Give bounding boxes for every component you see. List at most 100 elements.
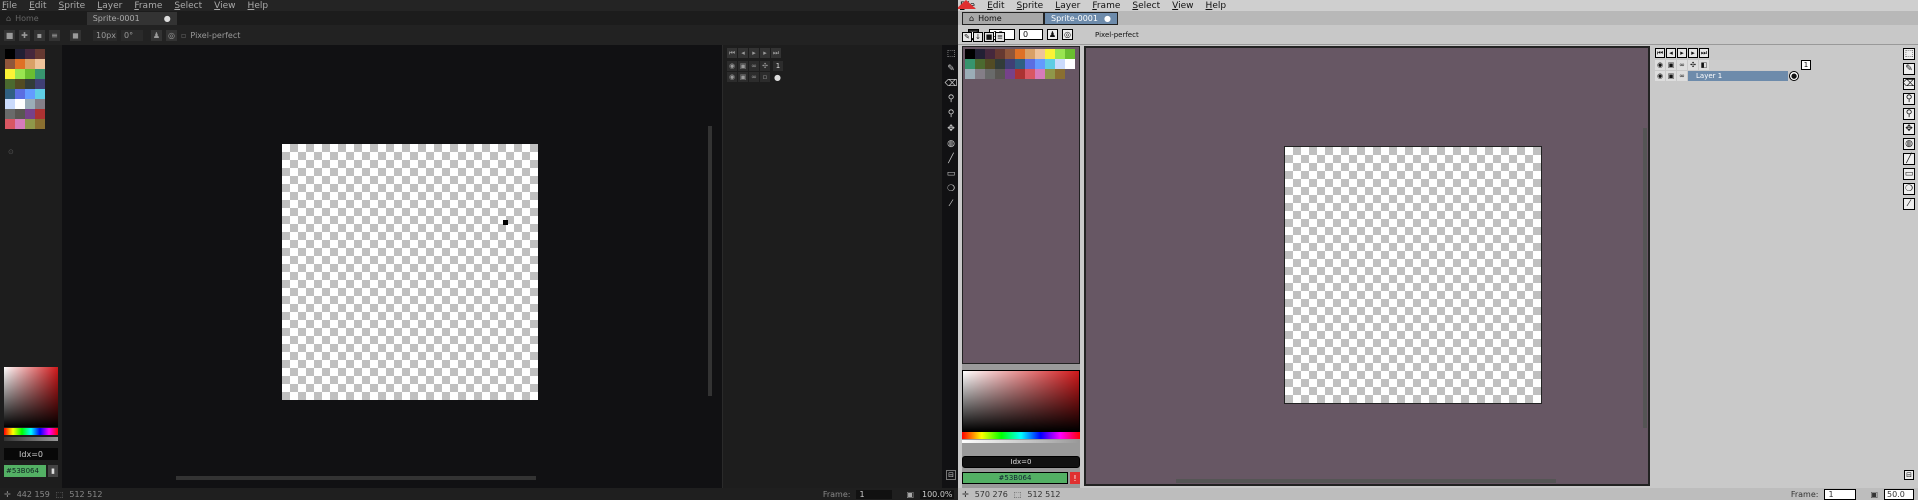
toggle-timeline-icon[interactable]: ⊟ (1904, 470, 1914, 480)
brush-size-field[interactable]: 10px (93, 29, 117, 41)
palette-swatch[interactable] (1005, 59, 1015, 69)
continuous-icon[interactable]: ∞ (1677, 71, 1687, 81)
palette-swatch[interactable] (15, 59, 25, 69)
tab-home[interactable]: ⌂ Home (0, 12, 45, 25)
eraser-tool-icon[interactable]: ⌫ (1903, 78, 1915, 90)
contour-tool-icon[interactable]: ❍ (1903, 183, 1915, 195)
palette-swatch[interactable] (975, 59, 985, 69)
palette-swatch[interactable] (1025, 49, 1035, 59)
new-frame-icon[interactable]: ▣ (906, 490, 914, 499)
sprite-canvas[interactable] (282, 144, 538, 400)
palette-swatch[interactable] (35, 119, 45, 129)
palette-swatch[interactable] (1005, 49, 1015, 59)
warning-icon[interactable]: ! (1070, 472, 1080, 484)
eraser-tool-icon[interactable]: ⌫ (945, 78, 958, 90)
hue-slider[interactable] (4, 428, 58, 435)
ink-icon[interactable]: ♟ (1047, 29, 1058, 40)
brush-custom-icon[interactable]: ≡ (49, 29, 60, 41)
menu-help[interactable]: Help (246, 1, 269, 11)
first-frame-icon[interactable]: ⏮ (727, 48, 737, 58)
cel-dot-icon[interactable]: ● (774, 73, 781, 82)
palette-preset-icon[interactable]: ■ (984, 32, 994, 42)
last-frame-icon[interactable]: ⏭ (1699, 48, 1709, 58)
palette-swatch[interactable] (995, 69, 1005, 79)
palette-swatch[interactable] (35, 49, 45, 59)
hue-slider[interactable] (962, 432, 1080, 439)
palette-swatch[interactable] (1045, 59, 1055, 69)
palette-swatch[interactable] (995, 49, 1005, 59)
move-tool-icon[interactable]: ✥ (1903, 123, 1915, 135)
frame-number-header[interactable]: 1 (773, 61, 783, 71)
menu-sprite[interactable]: Sprite (1015, 1, 1044, 11)
prev-frame-icon[interactable]: ◂ (1666, 48, 1676, 58)
palette-swatch[interactable] (35, 89, 45, 99)
cel-dot-icon[interactable]: ● (1789, 71, 1799, 81)
palette-swatch[interactable] (25, 89, 35, 99)
marquee-tool-icon[interactable]: ⬚ (1903, 48, 1915, 60)
menu-file[interactable]: File (0, 1, 17, 11)
alpha-slider[interactable] (962, 440, 1080, 443)
palette-swatch[interactable] (5, 69, 15, 79)
palette-swatch[interactable] (985, 69, 995, 79)
line-tool-icon[interactable]: ╱ (1903, 153, 1915, 165)
brush-square-icon[interactable]: ▪ (34, 29, 45, 41)
stop-icon[interactable]: ◼ (70, 29, 81, 41)
palette-swatch[interactable] (985, 49, 995, 59)
horizontal-scrollbar[interactable] (176, 476, 536, 480)
new-frame-icon[interactable]: ▣ (1870, 490, 1878, 499)
pixel-brush-icon[interactable]: ■ (4, 29, 15, 41)
palette-swatch[interactable] (1015, 69, 1025, 79)
palette-swatch[interactable] (985, 59, 995, 69)
palette-swatch[interactable] (15, 69, 25, 79)
menu-edit[interactable]: Edit (27, 1, 46, 11)
vertical-scrollbar[interactable] (708, 126, 712, 396)
palette-swatch[interactable] (25, 49, 35, 59)
eyedropper-tool-icon[interactable]: ⚲ (1903, 93, 1915, 105)
palette-swatch[interactable] (1045, 49, 1055, 59)
palette-swatch[interactable] (15, 119, 25, 129)
eye-icon[interactable]: ◉ (727, 72, 737, 82)
palette-swatch[interactable] (5, 49, 15, 59)
layer-row[interactable]: ◉ ▣ ∞ Layer 1 ● (1654, 70, 1860, 82)
palette-swatch[interactable] (975, 69, 985, 79)
foreground-color-field[interactable]: #53B064 (4, 465, 46, 477)
zoom-field[interactable]: 100.0% (920, 489, 954, 499)
palette-swatch[interactable] (5, 99, 15, 109)
opacity-icon[interactable]: ◎ (1062, 29, 1073, 40)
prev-frame-icon[interactable]: ◂ (738, 48, 748, 58)
palette-swatch[interactable] (995, 59, 1005, 69)
next-frame-icon[interactable]: ▸ (760, 48, 770, 58)
palette-swatch[interactable] (15, 89, 25, 99)
palette-swatch[interactable] (1065, 59, 1075, 69)
palette-swatch[interactable] (5, 89, 15, 99)
palette-swatch[interactable] (1055, 69, 1065, 79)
rectangle-tool-icon[interactable]: ▭ (1903, 168, 1915, 180)
eyedropper-tool-icon[interactable]: ⚲ (945, 93, 957, 105)
palette-swatch[interactable] (35, 69, 45, 79)
opacity-icon[interactable]: ◎ (166, 29, 177, 41)
pencil-tool-icon[interactable]: ✎ (1903, 63, 1915, 75)
palette-swatch[interactable] (965, 59, 975, 69)
zoom-tool-icon[interactable]: ⚲ (945, 108, 957, 120)
frame-field[interactable]: 1 (1824, 488, 1857, 500)
color-index-field[interactable]: Idx=0 (962, 456, 1080, 468)
palette-swatch[interactable] (35, 79, 45, 89)
menu-frame[interactable]: Frame (132, 1, 162, 11)
alpha-slider[interactable] (4, 437, 58, 441)
palette-swatch[interactable] (1035, 49, 1045, 59)
line-tool-icon[interactable]: ╱ (945, 153, 957, 165)
color-spectrum[interactable] (4, 367, 58, 427)
move-tool-icon[interactable]: ✥ (945, 123, 957, 135)
close-dot-icon[interactable]: ● (164, 14, 171, 23)
palette-swatch[interactable] (965, 49, 975, 59)
canvas-area[interactable] (1084, 46, 1650, 486)
palette-menu-icon[interactable]: ≡ (995, 32, 1005, 42)
palette-swatch[interactable] (1035, 69, 1045, 79)
palette-swatch[interactable] (5, 59, 15, 69)
palette-swatch[interactable] (965, 69, 975, 79)
close-dot-icon[interactable]: ● (1104, 14, 1111, 23)
menu-view[interactable]: View (1170, 1, 1193, 11)
palette-swatch[interactable] (5, 109, 15, 119)
canvas-area[interactable] (66, 46, 716, 480)
layer-thumb-icon[interactable]: ▫ (760, 72, 770, 82)
